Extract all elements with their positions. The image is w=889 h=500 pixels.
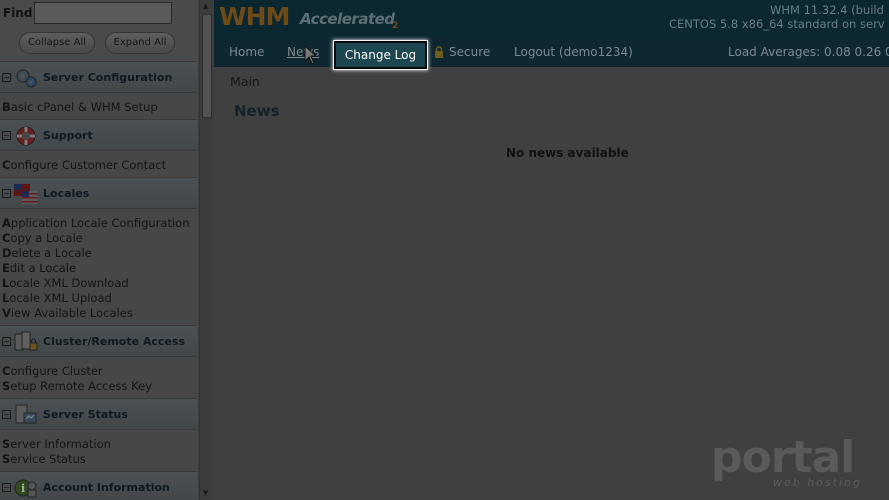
section-server-status[interactable]: − Server Status — [0, 398, 197, 430]
nav-logout-link[interactable]: Logout (demo1234) — [514, 45, 633, 59]
sidebar-link-view-locales[interactable]: View Available Locales — [2, 306, 133, 320]
server-status-icon — [15, 404, 37, 424]
version-info: WHM 11.32.4 (build — [770, 3, 884, 17]
collapse-all-button[interactable]: Collapse All — [19, 32, 95, 54]
nav-change-log-link[interactable]: Change Log — [334, 41, 427, 69]
mouse-cursor-icon — [304, 45, 318, 65]
section-support[interactable]: − Support — [0, 119, 197, 151]
breadcrumb[interactable]: Main — [230, 74, 260, 89]
svg-text:i: i — [21, 482, 25, 495]
page-title: News — [234, 102, 280, 120]
section-body: Configure Customer Contact — [0, 152, 197, 177]
empty-news-message: No news available — [506, 146, 629, 160]
watermark-tagline: web hosting — [773, 476, 862, 489]
scrollbar-thumb[interactable] — [202, 14, 212, 118]
collapse-toggle-icon[interactable]: − — [2, 131, 11, 140]
section-title: Server Configuration — [43, 71, 173, 84]
section-body: Application Locale Configuration Copy a … — [0, 210, 197, 325]
sidebar-link-locale-xml-upload[interactable]: Locale XML Upload — [2, 291, 112, 305]
scroll-down-arrow-icon[interactable]: ▼ — [203, 489, 208, 497]
collapse-toggle-icon[interactable]: − — [2, 73, 11, 82]
portal-watermark-logo: portal web hosting — [711, 432, 861, 492]
lifebuoy-icon — [16, 126, 36, 146]
sidebar-link-edit-locale[interactable]: Edit a Locale — [2, 261, 76, 275]
load-averages: Load Averages: 0.08 0.26 0 — [728, 45, 889, 59]
whm-logo: WHM — [219, 2, 290, 31]
collapse-toggle-icon[interactable]: − — [2, 189, 11, 198]
section-body: Basic cPanel & WHM Setup — [0, 94, 197, 119]
section-body: Configure Cluster Setup Remote Access Ke… — [0, 358, 197, 398]
section-account-information[interactable]: − i Account Information — [0, 471, 197, 500]
expand-all-button[interactable]: Expand All — [105, 32, 175, 54]
collapse-toggle-icon[interactable]: − — [2, 410, 11, 419]
sidebar-link-customer-contact[interactable]: Configure Customer Contact — [2, 158, 166, 172]
gears-icon — [16, 69, 37, 88]
sidebar-link-server-information[interactable]: Server Information — [2, 437, 111, 451]
find-bar: Find Collapse All Expand All — [0, 0, 198, 62]
servers-lock-icon — [14, 331, 38, 351]
sidebar-scrollbar[interactable]: ▲ ▼ — [199, 0, 213, 500]
sidebar-link-remote-access-key[interactable]: Setup Remote Access Key — [2, 379, 152, 393]
sidebar-link-service-status[interactable]: Service Status — [2, 452, 86, 466]
sidebar-link-delete-locale[interactable]: Delete a Locale — [2, 246, 92, 260]
sidebar-link-locale-config[interactable]: Application Locale Configuration — [2, 216, 189, 230]
sidebar: Find Collapse All Expand All − Server Co… — [0, 0, 198, 500]
lock-icon — [435, 46, 443, 58]
top-header: WHM Accelerated 2 WHM 11.32.4 (build CEN… — [214, 0, 889, 38]
nav-home-link[interactable]: Home — [229, 45, 264, 59]
section-cluster-remote-access[interactable]: − Cluster/Remote Access — [0, 325, 197, 357]
section-title: Locales — [43, 187, 90, 200]
find-input[interactable] — [34, 2, 172, 24]
section-title: Server Status — [43, 408, 128, 421]
section-title: Support — [43, 129, 93, 142]
sidebar-link-configure-cluster[interactable]: Configure Cluster — [2, 364, 103, 378]
nav-secure-link[interactable]: Secure — [449, 45, 490, 59]
collapse-toggle-icon[interactable]: − — [2, 483, 11, 492]
sidebar-link-copy-locale[interactable]: Copy a Locale — [2, 231, 83, 245]
section-body: Server Information Service Status — [0, 431, 197, 471]
section-locales[interactable]: − Locales — [0, 177, 197, 209]
os-info: CENTOS 5.8 x86_64 standard on serv — [669, 17, 885, 31]
section-title: Cluster/Remote Access — [43, 335, 185, 348]
scroll-up-arrow-icon[interactable]: ▲ — [203, 2, 208, 10]
find-label: Find — [3, 6, 33, 20]
logo-accent: Accelerated — [300, 10, 395, 28]
flag-icon — [14, 184, 38, 204]
section-title: Account Information — [43, 481, 170, 494]
collapse-toggle-icon[interactable]: − — [2, 337, 11, 346]
logo-subscript: 2 — [392, 21, 399, 31]
sidebar-link-locale-xml-download[interactable]: Locale XML Download — [2, 276, 129, 290]
section-server-configuration[interactable]: − Server Configuration — [0, 61, 197, 93]
account-info-icon: i — [14, 479, 37, 498]
sidebar-link-basic-setup[interactable]: Basic cPanel & WHM Setup — [2, 100, 158, 114]
